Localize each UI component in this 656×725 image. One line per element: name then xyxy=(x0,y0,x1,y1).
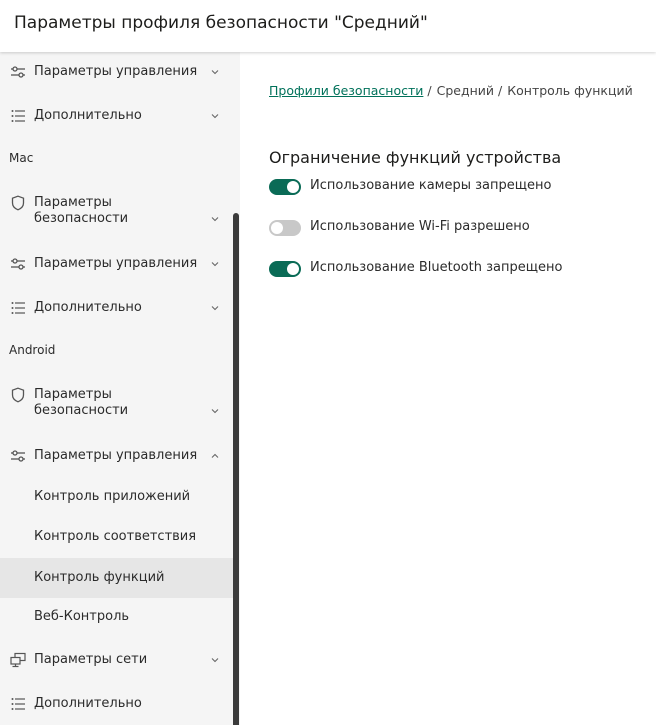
camera-toggle-label: Использование камеры запрещено xyxy=(310,178,552,193)
section-label-mac: Mac xyxy=(9,151,34,165)
wifi-toggle-label: Использование Wi-Fi разрешено xyxy=(310,219,530,234)
sidebar-item-network[interactable]: Параметры сети xyxy=(0,648,233,672)
sidebar-item-additional[interactable]: Дополнительно xyxy=(0,104,233,128)
sidebar-item-label: Контроль соответствия xyxy=(34,529,197,544)
breadcrumb-current: Контроль функций xyxy=(507,83,633,98)
wifi-toggle[interactable] xyxy=(269,220,301,236)
breadcrumb-profile: Средний xyxy=(436,83,495,98)
sidebar-item-label: Дополнительно xyxy=(34,696,142,711)
page-title: Параметры профиля безопасности "Средний" xyxy=(14,13,428,33)
sidebar-item-label: Контроль приложений xyxy=(34,489,191,504)
sidebar-item-label: Веб-Контроль xyxy=(34,609,130,624)
chevron-down-icon[interactable] xyxy=(210,259,220,269)
camera-toggle[interactable] xyxy=(269,179,301,195)
section-title: Ограничение функций устройства xyxy=(269,148,562,167)
wifi-toggle-row[interactable]: Использование Wi-Fi разрешено xyxy=(269,218,649,238)
sidebar-item-security[interactable]: Параметры безопасности xyxy=(0,384,233,424)
sidebar-item-label: безопасности xyxy=(34,211,129,226)
breadcrumb-link-profiles[interactable]: Профили безопасности xyxy=(269,83,423,98)
shield-icon xyxy=(11,387,25,403)
list-icon xyxy=(11,110,25,122)
toggle-knob xyxy=(287,181,299,193)
breadcrumb-separator: / xyxy=(427,83,432,98)
sidebar-item-management[interactable]: Параметры управления xyxy=(0,60,233,84)
list-icon xyxy=(11,698,25,710)
breadcrumb: Профили безопасности / Средний / Контроль фу… xyxy=(269,83,633,98)
sidebar-item-label: Параметры сети xyxy=(34,652,148,667)
chevron-down-icon[interactable] xyxy=(210,67,220,77)
breadcrumb-separator: / xyxy=(498,83,503,98)
sidebar-item-additional[interactable]: Дополнительно xyxy=(0,692,233,716)
chevron-down-icon[interactable] xyxy=(210,406,220,416)
sidebar-subitem-app-control[interactable]: Контроль приложений xyxy=(0,481,233,513)
sidebar-subitem-compliance-control[interactable]: Контроль соответствия xyxy=(0,521,233,553)
toggle-knob xyxy=(287,263,299,275)
shield-icon xyxy=(11,195,25,211)
section-label-android: Android xyxy=(9,343,56,357)
bluetooth-toggle[interactable] xyxy=(269,261,301,277)
sidebar-item-security[interactable]: Параметры безопасности xyxy=(0,192,233,232)
sidebar-item-additional[interactable]: Дополнительно xyxy=(0,296,233,320)
chevron-down-icon[interactable] xyxy=(210,303,220,313)
chevron-up-icon[interactable] xyxy=(210,451,220,461)
sidebar-item-label: Дополнительно xyxy=(34,108,142,123)
sidebar[interactable]: Параметры управления Дополнительно Mac П… xyxy=(0,52,233,725)
sliders-icon xyxy=(11,450,25,462)
list-icon xyxy=(11,302,25,314)
sidebar-item-label: Дополнительно xyxy=(34,300,142,315)
network-icon xyxy=(10,652,26,668)
chevron-down-icon[interactable] xyxy=(210,111,220,121)
sidebar-item-label: Параметры управления xyxy=(34,448,198,463)
sliders-icon xyxy=(11,66,25,78)
sidebar-item-label: Контроль функций xyxy=(34,570,165,585)
bluetooth-toggle-row[interactable]: Использование Bluetooth запрещено xyxy=(269,259,649,279)
sidebar-item-label: безопасности xyxy=(34,403,129,418)
camera-toggle-row[interactable]: Использование камеры запрещено xyxy=(269,177,649,197)
sidebar-subitem-web-control[interactable]: Веб-Контроль xyxy=(0,601,233,633)
sidebar-subitem-feature-control[interactable]: Контроль функций xyxy=(0,558,233,598)
sidebar-item-management-expanded[interactable]: Параметры управления xyxy=(0,444,233,468)
main-content: Профили безопасности / Средний / Контроль фу… xyxy=(240,52,656,725)
sidebar-scrollbar-thumb[interactable] xyxy=(233,213,239,725)
chevron-down-icon[interactable] xyxy=(210,655,220,665)
chevron-down-icon[interactable] xyxy=(210,214,220,224)
bluetooth-toggle-label: Использование Bluetooth запрещено xyxy=(310,260,563,275)
sidebar-item-label: Параметры xyxy=(34,195,112,210)
sidebar-item-label: Параметры управления xyxy=(34,64,198,79)
sidebar-item-label: Параметры xyxy=(34,387,112,402)
sliders-icon xyxy=(11,258,25,270)
sidebar-item-management[interactable]: Параметры управления xyxy=(0,252,233,276)
toggle-knob xyxy=(271,222,283,234)
sidebar-item-label: Параметры управления xyxy=(34,256,198,271)
page-header: Параметры профиля безопасности "Средний" xyxy=(0,0,656,52)
